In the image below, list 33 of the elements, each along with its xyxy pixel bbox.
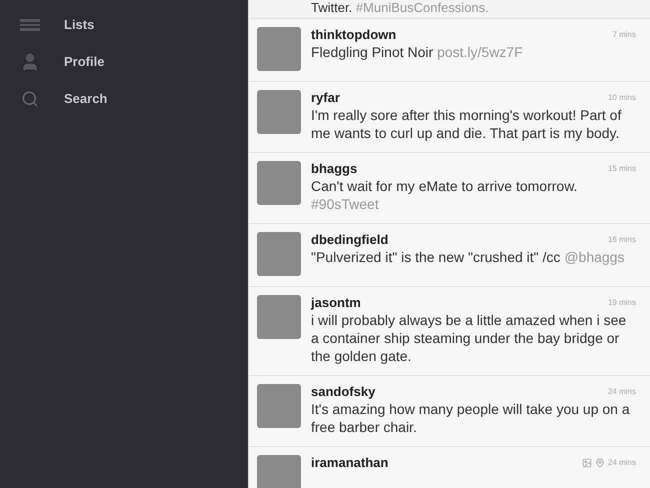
avatar-photo-placeholder [257, 384, 301, 428]
username[interactable]: dbedingfield [311, 232, 388, 248]
avatar-photo-placeholder [257, 455, 301, 488]
tweet-text: Twitter. #MuniBusConfessions. [311, 0, 489, 15]
username[interactable]: thinktopdown [311, 27, 396, 43]
username[interactable]: bhaggs [311, 161, 358, 177]
tweet-text: Can't wait for my eMate to arrive tomorrow. #90sTweet [311, 177, 578, 213]
tweet-time: 24 mins [608, 386, 636, 398]
sidebar-item[interactable]: Profile [0, 43, 248, 80]
tweet-time: 16 mins [608, 234, 636, 246]
tweet-time: 15 mins [608, 163, 636, 175]
tweet-time: 7 mins [612, 29, 636, 41]
username[interactable]: iramanathan [311, 455, 388, 471]
tweet-time: 19 mins [608, 297, 636, 309]
avatar-photo-placeholder [257, 232, 301, 276]
username[interactable]: sandofsky [311, 384, 376, 400]
lines-icon [20, 18, 40, 30]
username[interactable]: ryfar [311, 90, 340, 106]
tweet-text: "Pulverized it" is the new "crushed it" /cc @bhaggs [311, 248, 626, 266]
avatar-photo-placeholder [257, 27, 301, 71]
username[interactable]: jasontm [311, 295, 361, 311]
tweet-time: 24 mins [608, 457, 636, 469]
search-icon [21, 90, 39, 108]
avatar-photo-placeholder [257, 90, 301, 134]
avatar-photo-placeholder [257, 295, 301, 339]
sidebar-item[interactable]: Search [0, 80, 248, 117]
avatar-photo-placeholder [257, 161, 301, 205]
tweet-time: 10 mins [608, 92, 636, 104]
sidebar-item[interactable]: Lists [0, 6, 248, 43]
tweet-text: Fledgling Pinot Noir post.ly/5wz7F [311, 43, 524, 61]
tweet-text: i will probably always be a little amazed when i see a container ship steaming under the bay bridge or the golden gate. [311, 311, 628, 365]
tweet-text: It's amazing how many people will take you up on a free barber chair. [311, 400, 631, 436]
tweet-text: I'm really sore after this morning's workout! Part of me wants to curl up and die. That part is my body. [311, 106, 622, 142]
